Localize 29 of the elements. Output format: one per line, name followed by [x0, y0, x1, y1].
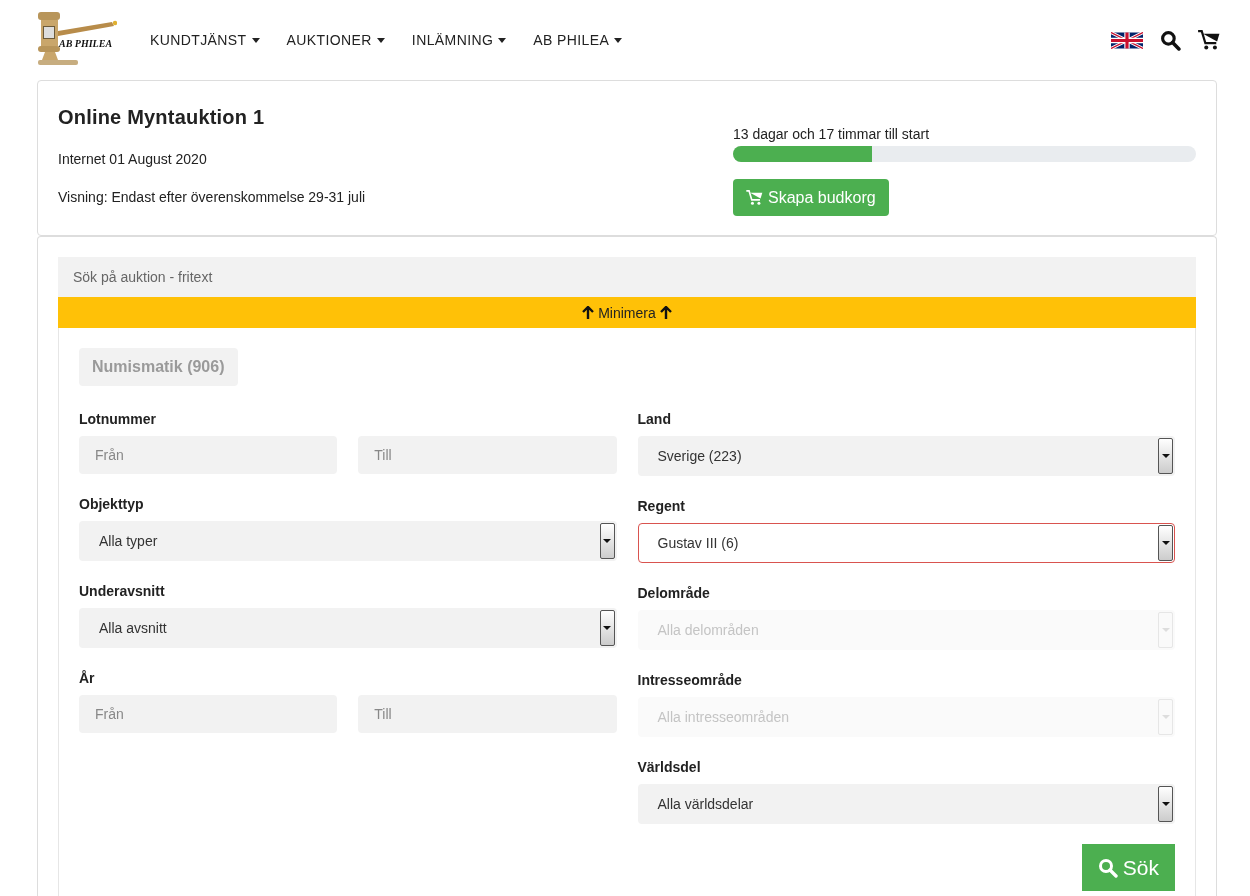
select-field[interactable]: Alla avsnitt	[79, 608, 617, 648]
field-label: Världsdel	[637, 758, 702, 776]
minimize-bar[interactable]: Minimera	[58, 297, 1196, 328]
countdown-text: 13 dagar och 17 timmar till start	[733, 125, 931, 143]
field-label: År	[79, 669, 96, 687]
select-field[interactable]: Alla världsdelar	[637, 784, 1175, 824]
field-label: Objekttyp	[79, 495, 145, 513]
input-field[interactable]: Från	[79, 436, 338, 474]
select-field[interactable]: Gustav III (6)	[637, 523, 1175, 563]
logo[interactable]: AB PHILEA	[37, 10, 117, 66]
field-label: Intresseområde	[637, 671, 743, 689]
nav-link[interactable]: AUKTIONER	[286, 32, 385, 48]
field-label: Delområde	[637, 584, 711, 602]
auction-date: Internet 01 August 2020	[58, 150, 208, 168]
nav-link[interactable]: INLÄMNING	[411, 32, 507, 48]
input-field[interactable]: Till	[358, 695, 617, 733]
field-label: Underavsnitt	[79, 582, 166, 600]
field-label: Land	[637, 410, 672, 428]
input-field[interactable]: Till	[358, 436, 617, 474]
search-field[interactable]: Sök på auktion - fritext	[58, 257, 1196, 297]
nav-link[interactable]: KUNDTJÄNST	[150, 32, 260, 48]
viewing-info: Visning: Endast efter överenskommelse 29-31 juli	[58, 188, 367, 206]
field-label: Regent	[637, 497, 686, 515]
field-label: Lotnummer	[79, 410, 157, 428]
select-field[interactable]: Alla typer	[79, 521, 617, 561]
input-field[interactable]: Från	[79, 695, 338, 733]
nav-link[interactable]: AB PHILEA	[533, 32, 623, 48]
auction-title: Online Myntauktion 1	[58, 105, 266, 129]
select-field[interactable]: Sverige (223)	[637, 436, 1175, 476]
